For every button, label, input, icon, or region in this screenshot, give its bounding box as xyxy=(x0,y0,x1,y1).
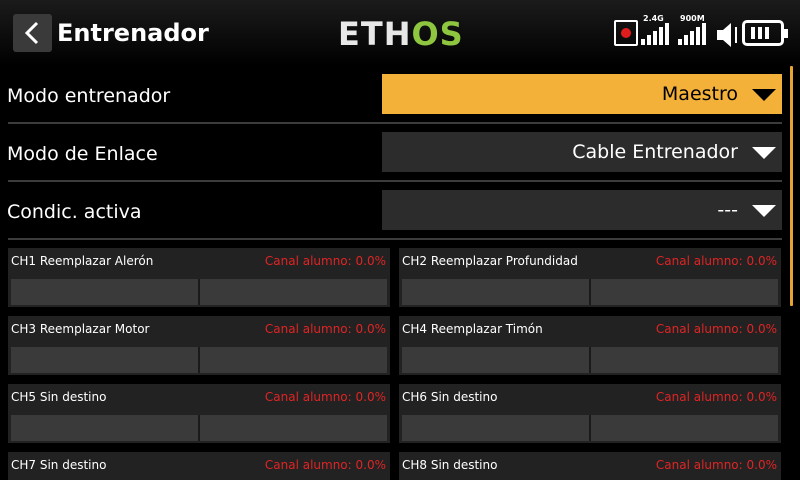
student-channel-value: Canal alumno: 0.0% xyxy=(655,322,777,336)
active-condition-label: Condic. activa xyxy=(7,201,142,223)
link-mode-label: Modo de Enlace xyxy=(7,143,158,165)
channel-card-ch7[interactable]: CH7 Sin destino Canal alumno: 0.0% xyxy=(8,452,390,480)
channel-card-ch4[interactable]: CH4 Reemplazar Timón Canal alumno: 0.0% xyxy=(399,316,781,375)
page-title: Entrenador xyxy=(57,19,209,47)
channel-name: CH1 Reemplazar Alerón xyxy=(11,254,154,268)
dropdown-caret-icon xyxy=(752,147,776,159)
signal-900m: 900M xyxy=(678,14,708,47)
signal-bars-icon xyxy=(678,23,706,45)
student-channel-value: Canal alumno: 0.0% xyxy=(264,390,386,404)
dropdown-caret-icon xyxy=(752,205,776,217)
dropdown-caret-icon xyxy=(752,89,776,101)
signal-2-4g-label: 2.4G xyxy=(643,14,664,23)
trainer-mode-row: Modo entrenador Maestro xyxy=(0,66,782,124)
speaker-icon xyxy=(717,23,737,47)
chevron-left-icon xyxy=(24,21,39,45)
active-condition-row: Condic. activa --- xyxy=(0,182,782,240)
channel-bar xyxy=(402,347,778,373)
link-mode-value: Cable Entrenador xyxy=(572,141,738,163)
battery-icon xyxy=(742,20,788,46)
student-channel-value: Canal alumno: 0.0% xyxy=(264,458,386,472)
channel-card-ch1[interactable]: CH1 Reemplazar Alerón Canal alumno: 0.0% xyxy=(8,248,390,307)
trainer-mode-label: Modo entrenador xyxy=(7,85,171,107)
channel-card-ch2[interactable]: CH2 Reemplazar Profundidad Canal alumno:… xyxy=(399,248,781,307)
link-mode-select[interactable]: Cable Entrenador xyxy=(382,132,782,172)
logo-green-text: OS xyxy=(411,15,464,53)
channel-bar xyxy=(11,415,387,441)
channel-card-ch8[interactable]: CH8 Sin destino Canal alumno: 0.0% xyxy=(399,452,781,480)
channel-bar xyxy=(402,415,778,441)
channel-name: CH4 Reemplazar Timón xyxy=(402,322,543,336)
channel-name: CH5 Sin destino xyxy=(11,390,107,404)
channel-card-ch6[interactable]: CH6 Sin destino Canal alumno: 0.0% xyxy=(399,384,781,443)
student-channel-value: Canal alumno: 0.0% xyxy=(264,322,386,336)
divider xyxy=(8,238,782,240)
signal-bars-icon xyxy=(641,23,669,45)
student-channel-value: Canal alumno: 0.0% xyxy=(655,458,777,472)
channel-bar xyxy=(11,347,387,373)
channel-name: CH2 Reemplazar Profundidad xyxy=(402,254,578,268)
active-condition-value: --- xyxy=(717,199,738,221)
channel-name: CH3 Reemplazar Motor xyxy=(11,322,150,336)
signal-900m-label: 900M xyxy=(680,14,705,23)
back-button[interactable] xyxy=(13,14,52,52)
channel-bar xyxy=(11,279,387,305)
top-bar: Entrenador ETHOS 2.4G 900M xyxy=(0,0,800,66)
logo-white-text: ETH xyxy=(338,15,412,53)
student-channel-value: Canal alumno: 0.0% xyxy=(264,254,386,268)
scrollbar[interactable] xyxy=(790,66,793,306)
channel-bar xyxy=(402,279,778,305)
student-channel-value: Canal alumno: 0.0% xyxy=(655,390,777,404)
link-mode-row: Modo de Enlace Cable Entrenador xyxy=(0,124,782,182)
active-condition-select[interactable]: --- xyxy=(382,190,782,230)
channel-card-ch5[interactable]: CH5 Sin destino Canal alumno: 0.0% xyxy=(8,384,390,443)
trainer-mode-select[interactable]: Maestro xyxy=(382,74,782,114)
signal-2-4g: 2.4G xyxy=(641,14,669,47)
channel-card-ch3[interactable]: CH3 Reemplazar Motor Canal alumno: 0.0% xyxy=(8,316,390,375)
trainer-mode-value: Maestro xyxy=(661,83,738,105)
record-icon xyxy=(614,20,638,46)
channel-name: CH8 Sin destino xyxy=(402,458,498,472)
student-channel-value: Canal alumno: 0.0% xyxy=(655,254,777,268)
ethos-logo: ETHOS xyxy=(338,14,464,54)
channel-name: CH6 Sin destino xyxy=(402,390,498,404)
channel-name: CH7 Sin destino xyxy=(11,458,107,472)
